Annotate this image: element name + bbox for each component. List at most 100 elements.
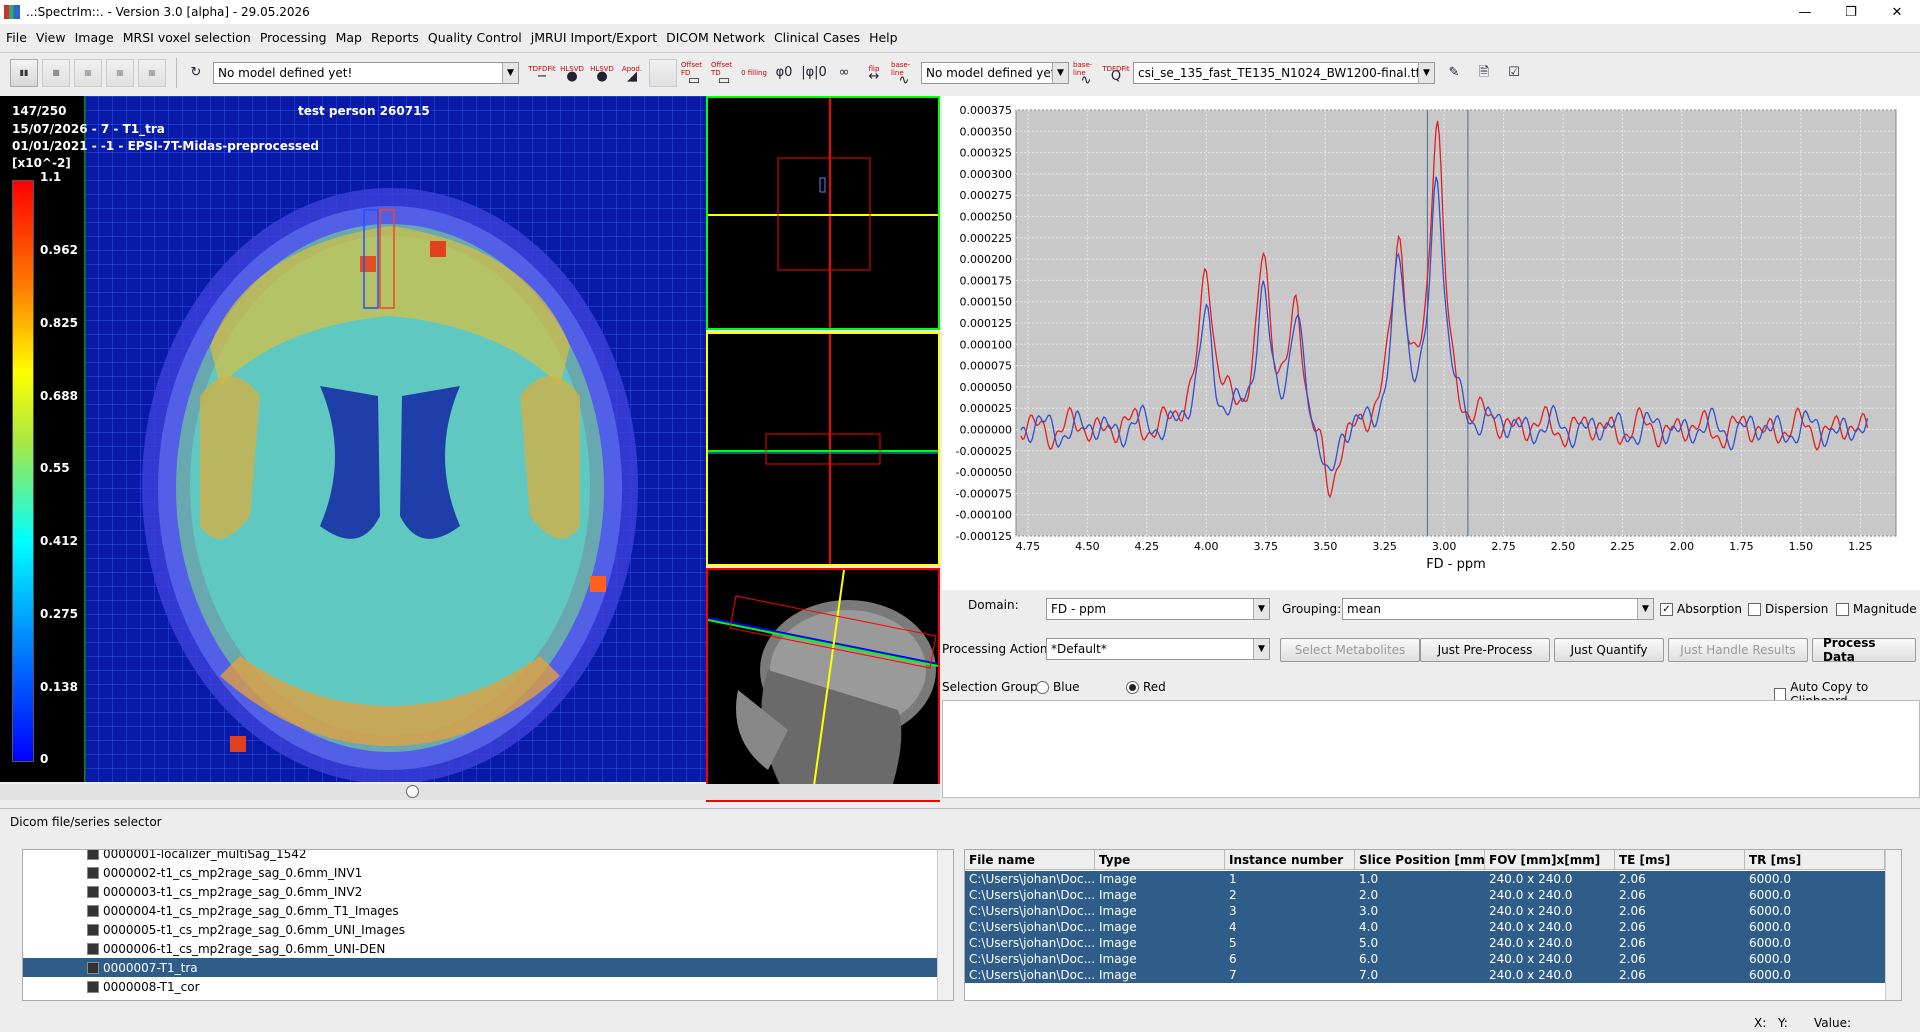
toolbar-button-5[interactable]: ▦ <box>138 58 166 87</box>
slice-slider-knob[interactable] <box>406 785 419 798</box>
series-file-table[interactable]: File name Type Instance number Slice Pos… <box>964 849 1902 1001</box>
menu-image[interactable]: Image <box>75 30 114 45</box>
menu-dicom-network[interactable]: DICOM Network <box>666 30 765 45</box>
table-row[interactable]: C:\Users\johan\Doc... Image 7 7.0 240.0 x 24… <box>965 967 1885 983</box>
y-tick-label: 0.000275 <box>960 189 1013 202</box>
phase-zero-icon[interactable]: φ0 <box>771 59 797 87</box>
flip-icon[interactable]: flip ↔ <box>861 59 887 87</box>
locator-axial[interactable] <box>706 96 940 330</box>
just-handle-results-button[interactable]: Just Handle Results <box>1668 638 1808 662</box>
tdfdfit-icon[interactable]: TDFDFit − <box>528 59 555 87</box>
model-combo-2[interactable]: No model defined yet! ▼ <box>921 61 1069 84</box>
column-header[interactable]: File name <box>965 850 1095 870</box>
tree-item[interactable]: 0000005-t1_cs_mp2rage_sag_0.6mm_UNI_Imag… <box>87 920 405 939</box>
pause-button[interactable]: ▮▮ <box>10 58 38 87</box>
tree-item[interactable]: 0000001-localizer_multiSag_1542 <box>87 850 306 863</box>
checklist-icon[interactable]: ☑ <box>1501 59 1527 87</box>
menu-mrsi-voxel-selection[interactable]: MRSI voxel selection <box>123 30 251 45</box>
domain-select[interactable]: FD - ppm ▼ <box>1046 598 1270 620</box>
just-preprocess-button[interactable]: Just Pre-Process <box>1420 638 1550 662</box>
metabolite-map-view[interactable]: 1.1 0.962 0.825 0.688 0.55 0.412 0.275 0… <box>0 96 706 782</box>
baseline-icon[interactable]: base-line ∿ <box>891 59 917 87</box>
tdfdfit-2-icon[interactable]: TDFDFit Q <box>1102 59 1129 87</box>
table-row[interactable]: C:\Users\johan\Doc... Image 3 3.0 240.0 x 24… <box>965 903 1885 919</box>
select-metabolites-button[interactable]: Select Metabolites <box>1280 638 1420 662</box>
tree-item[interactable]: 0000008-T1_cor <box>87 977 200 996</box>
hlsvd-2-icon[interactable]: HLSVD ● <box>589 59 615 87</box>
refresh-icon[interactable]: ↻ <box>183 59 209 87</box>
menu-reports[interactable]: Reports <box>371 30 419 45</box>
tree-item[interactable]: 0000003-t1_cs_mp2rage_sag_0.6mm_INV2 <box>87 882 362 901</box>
absorption-checkbox[interactable]: ✓ Absorption <box>1660 602 1742 616</box>
dicom-panel-title: Dicom file/series selector <box>10 815 162 829</box>
column-header[interactable]: Slice Position [mm] <box>1355 850 1485 870</box>
spectrum-chart-panel[interactable]: 0.000375 0.000350 0.000325 0.000300 0.000275… <box>942 96 1920 590</box>
toolbar-button-4[interactable]: ▦ <box>106 58 134 87</box>
table-scrollbar[interactable] <box>1885 850 1901 1000</box>
just-quantify-button[interactable]: Just Quantify <box>1554 638 1664 662</box>
document-settings-icon[interactable]: 🗎 <box>1471 59 1497 87</box>
menu-help[interactable]: Help <box>869 30 898 45</box>
locator-coronal[interactable] <box>706 332 940 566</box>
toolbar-button-3[interactable]: ▦ <box>74 58 102 87</box>
column-header[interactable]: Type <box>1095 850 1225 870</box>
locator-sagittal[interactable] <box>706 568 940 802</box>
red-radio[interactable]: Red <box>1126 680 1166 694</box>
column-header[interactable]: Instance number <box>1225 850 1355 870</box>
tree-item[interactable]: 0000006-t1_cs_mp2rage_sag_0.6mm_UNI-DEN <box>87 939 385 958</box>
menu-file[interactable]: File <box>6 30 27 45</box>
series-tree[interactable]: 0000001-localizer_multiSag_1542 0000002-… <box>22 849 954 1001</box>
menu-view[interactable]: View <box>36 30 66 45</box>
dispersion-checkbox[interactable]: Dispersion <box>1748 602 1828 616</box>
magnitude-checkbox[interactable]: Magnitude <box>1836 602 1917 616</box>
grouping-select[interactable]: mean ▼ <box>1342 598 1654 620</box>
x-tick-label: 2.75 <box>1491 540 1516 553</box>
menu-jmrui-import-export[interactable]: jMRUI Import/Export <box>531 30 657 45</box>
tree-scrollbar[interactable] <box>937 850 953 1000</box>
table-row[interactable]: C:\Users\johan\Doc... Image 2 2.0 240.0 x 24… <box>965 887 1885 903</box>
table-cell: 2.06 <box>1619 952 1646 966</box>
table-cell: Image <box>1099 920 1137 934</box>
table-cell: 2.06 <box>1619 904 1646 918</box>
model-combo-1[interactable]: No model defined yet! ▼ <box>213 61 519 84</box>
y-tick-label: 0.000075 <box>960 360 1013 373</box>
menu-quality-control[interactable]: Quality Control <box>428 30 522 45</box>
column-header[interactable]: TR [ms] <box>1745 850 1885 870</box>
phase-cycle-icon[interactable]: ∞ <box>831 59 857 87</box>
table-row[interactable]: C:\Users\johan\Doc... Image 4 4.0 240.0 x 24… <box>965 919 1885 935</box>
baseline-2-icon[interactable]: base-line ∿ <box>1073 59 1099 87</box>
close-button[interactable]: ✕ <box>1874 0 1920 24</box>
column-header[interactable]: TE [ms] <box>1615 850 1745 870</box>
offset-td-icon[interactable]: Offset TD ▭ <box>711 59 737 87</box>
offset-fd-icon[interactable]: Offset FD ▭ <box>681 59 707 87</box>
menu-processing[interactable]: Processing <box>260 30 327 45</box>
process-data-button[interactable]: Process Data <box>1812 636 1916 664</box>
maximize-button[interactable]: ❐ <box>1828 0 1874 24</box>
column-header[interactable]: FOV [mm]x[mm] <box>1485 850 1615 870</box>
apodization-icon[interactable]: Apod. ◢ <box>619 59 645 87</box>
abs-phase-zero-icon[interactable]: |φ|0 <box>801 59 827 87</box>
hlsvd-icon[interactable]: HLSVD ● <box>559 59 585 87</box>
blue-radio[interactable]: Blue <box>1036 680 1080 694</box>
table-cell: 5.0 <box>1359 936 1379 950</box>
processing-action-label: Processing Action: <box>942 642 1052 656</box>
tree-item[interactable]: 0000004-t1_cs_mp2rage_sag_0.6mm_T1_Image… <box>87 901 399 920</box>
disabled-tool-icon[interactable] <box>649 58 677 87</box>
zero-filling-icon[interactable]: 0 filling <box>741 59 767 87</box>
tree-item[interactable]: 0000002-t1_cs_mp2rage_sag_0.6mm_INV1 <box>87 863 362 882</box>
stop-button[interactable]: ■ <box>42 58 70 87</box>
edit-icon[interactable]: ✎ <box>1441 59 1467 87</box>
title-bar: ..:SpectrIm::. - Version 3.0 [alpha] - 2… <box>0 0 1920 24</box>
tree-item-selected[interactable]: 0000007-T1_tra <box>23 958 939 977</box>
processing-action-select[interactable]: *Default* ▼ <box>1046 638 1270 660</box>
table-row[interactable]: C:\Users\johan\Doc... Image 6 6.0 240.0 x 24… <box>965 951 1885 967</box>
menu-clinical-cases[interactable]: Clinical Cases <box>774 30 860 45</box>
output-text-area[interactable] <box>942 700 1920 798</box>
slice-slider-track[interactable] <box>0 784 940 800</box>
table-cell: C:\Users\johan\Doc... <box>969 968 1095 982</box>
table-row[interactable]: C:\Users\johan\Doc... Image 5 5.0 240.0 x 24… <box>965 935 1885 951</box>
table-row[interactable]: C:\Users\johan\Doc... Image 1 1.0 240.0 x 24… <box>965 871 1885 887</box>
minimize-button[interactable]: — <box>1782 0 1828 24</box>
file-combo[interactable]: csi_se_135_fast_TE135_N1024_BW1200-final… <box>1133 61 1435 84</box>
menu-map[interactable]: Map <box>336 30 362 45</box>
